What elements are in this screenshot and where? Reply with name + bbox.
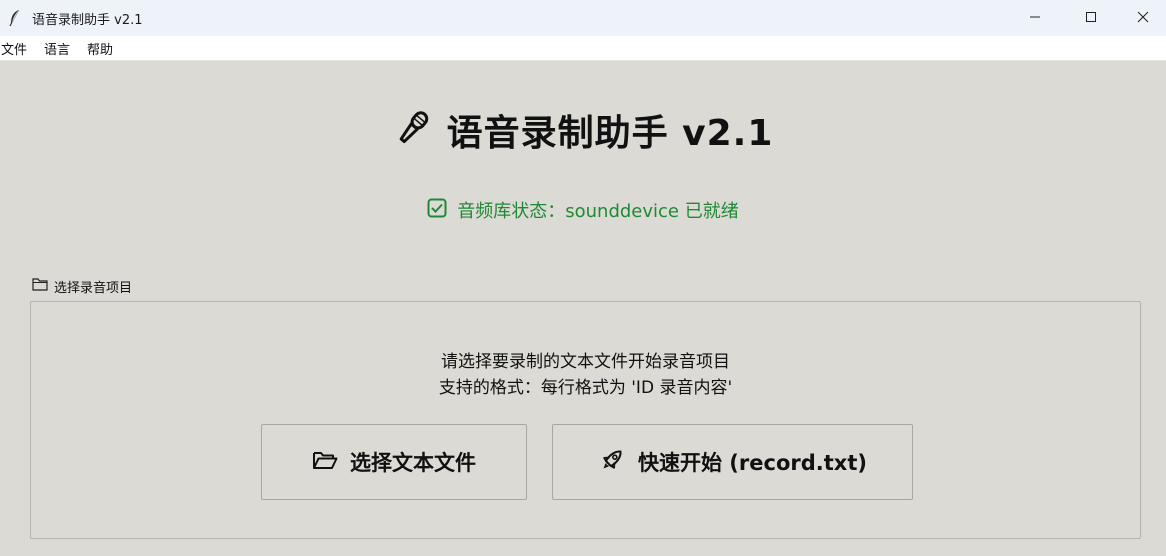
check-box-icon <box>427 198 447 222</box>
window-title: 语音录制助手 v2.1 <box>32 12 143 28</box>
rocket-icon <box>598 447 626 478</box>
microphone-icon <box>393 108 433 152</box>
menu-file[interactable]: 文件 <box>0 39 35 58</box>
quick-start-label: 快速开始 (record.txt) <box>638 451 867 475</box>
app-window: 语音录制助手 v2.1 文件 语言 帮助 语音录制助手 v2.1 音频库状态：s… <box>0 0 1166 556</box>
title-bar: 语音录制助手 v2.1 <box>0 0 1166 36</box>
select-file-button[interactable]: 选择文本文件 <box>261 424 527 500</box>
select-file-label: 选择文本文件 <box>350 451 476 475</box>
menu-help[interactable]: 帮助 <box>86 39 121 58</box>
app-header: 语音录制助手 v2.1 <box>0 100 1166 160</box>
menu-bar: 文件 语言 帮助 <box>0 36 1166 60</box>
maximize-icon <box>1086 12 1096 22</box>
minimize-icon <box>1030 16 1040 18</box>
minimize-button[interactable] <box>1010 0 1060 34</box>
page-title: 语音录制助手 v2.1 <box>446 113 774 154</box>
maximize-button[interactable] <box>1066 0 1116 34</box>
status-text: 音频库状态：sounddevice 已就绪 <box>457 201 739 222</box>
folder-icon <box>32 277 48 295</box>
feather-icon <box>8 9 22 27</box>
instruction-text-2: 支持的格式：每行格式为 'ID 录音内容' <box>438 378 733 398</box>
menu-language[interactable]: 语言 <box>43 39 78 58</box>
folder-open-icon <box>312 449 338 476</box>
menu-divider <box>0 60 1166 61</box>
instruction-text-1: 请选择要录制的文本文件开始录音项目 <box>441 352 730 372</box>
close-icon <box>1137 11 1149 23</box>
audio-status: 音频库状态：sounddevice 已就绪 <box>0 196 1166 224</box>
group-label-text: 选择录音项目 <box>54 280 133 296</box>
project-group-frame: 请选择要录制的文本文件开始录音项目 支持的格式：每行格式为 'ID 录音内容' … <box>30 301 1141 539</box>
close-button[interactable] <box>1118 0 1166 34</box>
group-label: 选择录音项目 <box>32 276 132 296</box>
quick-start-button[interactable]: 快速开始 (record.txt) <box>552 424 913 500</box>
